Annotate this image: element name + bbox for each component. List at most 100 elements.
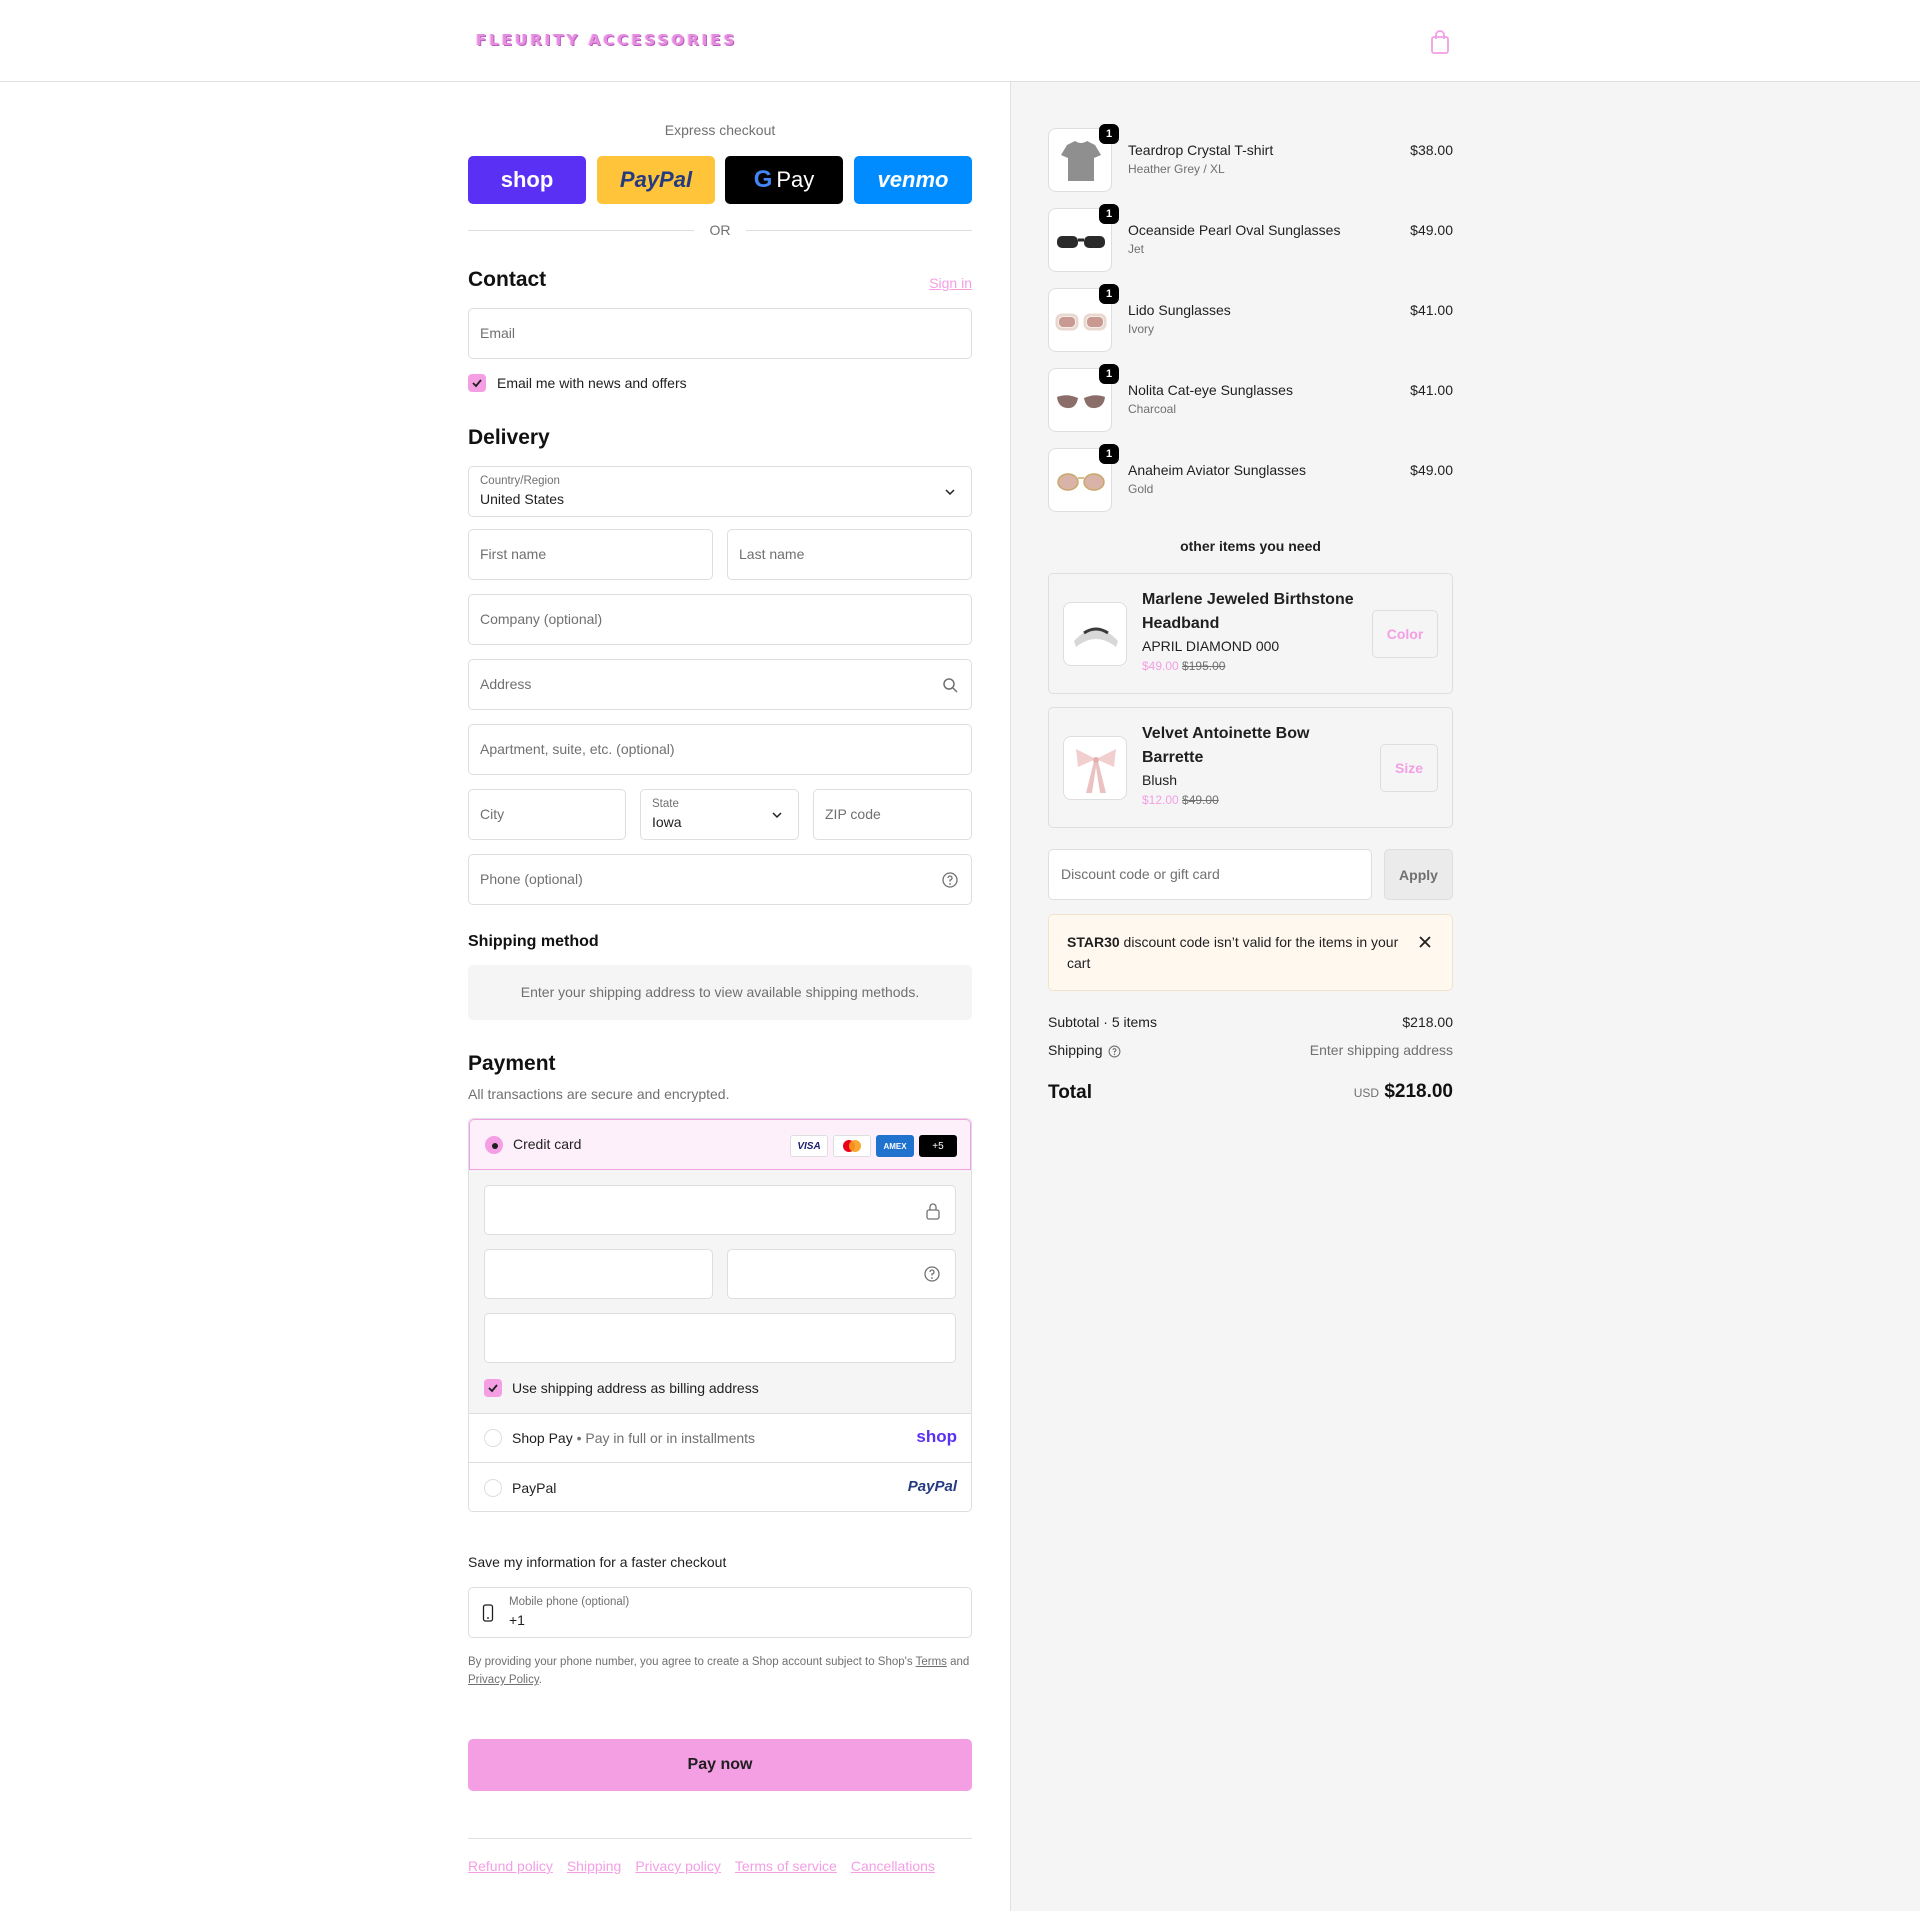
shop-pay-express-button[interactable]: shop (468, 156, 586, 204)
country-select[interactable]: Country/Region United States (468, 466, 972, 517)
first-name-field[interactable]: First name (468, 529, 713, 580)
upsell-title: other items you need (1180, 538, 1321, 554)
subtotal-label: Subtotal · 5 items (1048, 1014, 1157, 1030)
close-icon[interactable] (1418, 935, 1432, 949)
apartment-field[interactable]: Apartment, suite, etc. (optional) (468, 724, 972, 775)
credit-card-label: Credit card (513, 1136, 582, 1152)
item-name: Nolita Cat-eye Sunglasses (1128, 382, 1293, 398)
security-code-field[interactable] (727, 1249, 956, 1299)
upsell-name: Velvet Antoinette Bow Barrette (1142, 725, 1310, 766)
discount-placeholder: Discount code or gift card (1061, 866, 1220, 882)
apply-discount-button[interactable]: Apply (1384, 849, 1453, 900)
paypal-express-button[interactable]: PayPal (597, 156, 715, 204)
credit-card-form: Use shipping address as billing address (469, 1170, 971, 1414)
shop-pay-label: Shop Pay • Pay in full or in installment… (512, 1430, 756, 1446)
last-name-field[interactable]: Last name (727, 529, 972, 580)
amex-icon: AMEX (876, 1135, 914, 1157)
pay-now-button[interactable]: Pay now (468, 1739, 972, 1791)
news-checkbox-label: Email me with news and offers (497, 375, 687, 391)
email-field[interactable]: Email (468, 308, 972, 359)
chevron-down-icon (772, 812, 782, 819)
shop-pay-radio[interactable] (484, 1429, 502, 1447)
google-pay-express-button[interactable]: G Pay (725, 156, 843, 204)
paypal-option[interactable]: PayPal PayPal (469, 1464, 971, 1511)
terms-of-service-link[interactable]: Terms of service (735, 1858, 837, 1874)
upsell-card: Marlene Jeweled Birthstone Headband APRI… (1048, 573, 1453, 694)
shipping-row: Shipping Enter shipping address (1048, 1042, 1453, 1062)
paypal-logo: PayPal (907, 1478, 957, 1495)
state-value: Iowa (652, 814, 682, 830)
credit-card-option[interactable]: Credit card VISA AMEX +5 (469, 1119, 971, 1170)
checkmark-icon (472, 379, 482, 388)
size-select-button[interactable]: Size (1380, 744, 1438, 792)
mobile-phone-field[interactable]: Mobile phone (optional) +1 (468, 1587, 972, 1638)
item-variant: Jet (1128, 242, 1145, 256)
shipping-method-heading: Shipping method (468, 933, 599, 950)
country-value: United States (480, 491, 565, 507)
paypal-radio[interactable] (484, 1479, 502, 1497)
city-placeholder: City (480, 806, 505, 822)
terms-link[interactable]: Terms (916, 1656, 947, 1668)
color-select-button[interactable]: Color (1372, 610, 1438, 658)
apartment-placeholder: Apartment, suite, etc. (optional) (480, 741, 675, 757)
store-logo[interactable]: FLEURITY ACCESSORIES (476, 30, 737, 50)
upsell-variant: APRIL DIAMOND 000 (1142, 638, 1280, 654)
venmo-express-button[interactable]: venmo (854, 156, 972, 204)
item-price: $38.00 (1410, 142, 1453, 158)
shopping-bag-icon[interactable] (1428, 29, 1452, 55)
subtotal-value: $218.00 (1402, 1014, 1453, 1030)
zip-field[interactable]: ZIP code (813, 789, 972, 840)
google-pay-label: Pay (776, 167, 815, 192)
shipping-method-note: Enter your shipping address to view avai… (468, 965, 972, 1020)
shipping-label: Shipping (1048, 1042, 1103, 1058)
paypal-label: PayPal (619, 167, 693, 192)
line-item: 1 Nolita Cat-eye Sunglasses Charcoal $41… (1048, 364, 1453, 434)
bow-icon (1076, 749, 1116, 793)
line-item: 1 Oceanside Pearl Oval Sunglasses Jet $4… (1048, 204, 1453, 274)
help-circle-icon[interactable] (941, 871, 959, 889)
item-name: Oceanside Pearl Oval Sunglasses (1128, 222, 1341, 238)
sign-in-link[interactable]: Sign in (929, 275, 972, 291)
google-g-icon: G (753, 166, 773, 193)
name-on-card-field[interactable] (484, 1313, 956, 1363)
payment-methods: Credit card VISA AMEX +5 Use shipping ad… (468, 1118, 972, 1512)
discount-code-input[interactable]: Discount code or gift card (1048, 849, 1372, 900)
shop-pay-option[interactable]: Shop Pay • Pay in full or in installment… (469, 1414, 971, 1463)
checkmark-icon (488, 1384, 498, 1393)
first-name-placeholder: First name (480, 546, 547, 562)
state-label: State (652, 798, 679, 810)
expiration-date-field[interactable] (484, 1249, 713, 1299)
search-icon (943, 678, 958, 693)
news-checkbox[interactable] (468, 374, 486, 392)
help-circle-icon[interactable] (923, 1265, 941, 1283)
help-circle-icon[interactable] (1108, 1045, 1121, 1058)
privacy-policy-footer-link[interactable]: Privacy policy (635, 1858, 721, 1874)
product-thumbnail: 1 (1048, 204, 1119, 272)
phone-field[interactable]: Phone (optional) (468, 854, 972, 905)
product-thumbnail: 1 (1048, 444, 1119, 512)
upsell-card: Velvet Antoinette Bow Barrette Blush $12… (1048, 707, 1453, 828)
more-cards-badge: +5 (919, 1135, 957, 1157)
delivery-heading: Delivery (468, 426, 550, 449)
quantity-badge: 1 (1099, 204, 1119, 224)
shipping-link[interactable]: Shipping (567, 1858, 622, 1874)
subtotal-row: Subtotal · 5 items $218.00 (1048, 1014, 1453, 1034)
credit-card-radio[interactable] (485, 1136, 503, 1154)
address-field[interactable]: Address (468, 659, 972, 710)
company-field[interactable]: Company (optional) (468, 594, 972, 645)
shipping-value: Enter shipping address (1309, 1042, 1453, 1058)
upsell-name: Marlene Jeweled Birthstone Headband (1142, 591, 1354, 632)
quantity-badge: 1 (1099, 284, 1119, 304)
or-divider: OR (468, 222, 972, 238)
upsell-price: $49.00 $195.00 (1142, 659, 1226, 673)
payment-subtitle: All transactions are secure and encrypte… (468, 1086, 730, 1102)
privacy-policy-link[interactable]: Privacy Policy (468, 1674, 539, 1686)
city-field[interactable]: City (468, 789, 626, 840)
visa-icon: VISA (790, 1135, 828, 1157)
card-number-field[interactable] (484, 1185, 956, 1235)
company-placeholder: Company (optional) (480, 611, 603, 627)
cancellations-link[interactable]: Cancellations (851, 1858, 935, 1874)
refund-policy-link[interactable]: Refund policy (468, 1858, 553, 1874)
billing-address-checkbox[interactable] (484, 1379, 502, 1397)
state-select[interactable]: State Iowa (640, 789, 799, 840)
